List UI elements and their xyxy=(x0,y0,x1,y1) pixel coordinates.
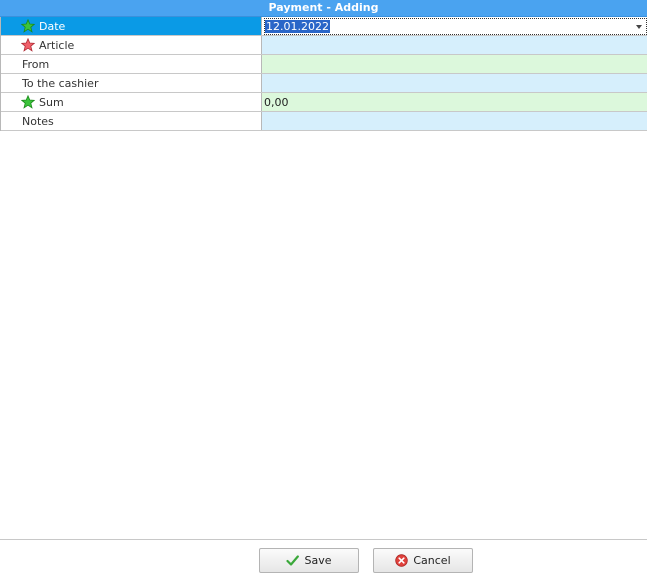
payment-adding-window: Payment - Adding Date 12.01.2022 Article… xyxy=(0,0,647,580)
date-value[interactable]: 12.01.2022 xyxy=(265,19,330,33)
field-row-article[interactable]: Article xyxy=(1,36,647,55)
field-label-text: Sum xyxy=(39,95,64,109)
cancel-button-label: Cancel xyxy=(413,554,451,567)
button-bar: Save Cancel xyxy=(0,539,647,580)
cancel-icon xyxy=(395,554,409,567)
property-grid: Date 12.01.2022 Article From To the cash… xyxy=(0,17,647,131)
cancel-button[interactable]: Cancel xyxy=(373,548,473,573)
field-label-notes: Notes xyxy=(1,112,262,130)
field-row-date[interactable]: Date 12.01.2022 xyxy=(1,17,647,36)
red-star-icon xyxy=(21,38,35,52)
field-label-sum: Sum xyxy=(1,93,262,111)
green-star-icon xyxy=(21,95,35,109)
field-value-date[interactable]: 12.01.2022 xyxy=(262,17,647,35)
field-label-text: Article xyxy=(39,38,75,52)
field-value-notes[interactable] xyxy=(262,112,647,130)
field-value-sum[interactable]: 0,00 xyxy=(262,93,647,111)
field-value-article[interactable] xyxy=(262,36,647,54)
date-picker[interactable]: 12.01.2022 xyxy=(264,17,647,35)
window-title: Payment - Adding xyxy=(0,0,647,17)
field-label-to-the-cashier: To the cashier xyxy=(1,74,262,92)
save-button-label: Save xyxy=(304,554,332,567)
field-value-to-the-cashier[interactable] xyxy=(262,74,647,92)
field-label-text: Notes xyxy=(22,114,54,128)
field-label-from: From xyxy=(1,55,262,73)
field-label-text: Date xyxy=(39,19,66,33)
checkmark-icon xyxy=(286,555,300,566)
field-row-from[interactable]: From xyxy=(1,55,647,74)
field-row-to-the-cashier[interactable]: To the cashier xyxy=(1,74,647,93)
field-label-date: Date xyxy=(1,17,262,35)
field-value-from[interactable] xyxy=(262,55,647,73)
save-button[interactable]: Save xyxy=(259,548,359,573)
green-star-icon xyxy=(21,19,35,33)
field-value-text: 0,00 xyxy=(264,95,289,109)
field-row-notes[interactable]: Notes xyxy=(1,112,647,131)
field-row-sum[interactable]: Sum 0,00 xyxy=(1,93,647,112)
field-label-article: Article xyxy=(1,36,262,54)
chevron-down-icon[interactable] xyxy=(636,24,642,29)
field-label-text: To the cashier xyxy=(22,76,99,90)
field-label-text: From xyxy=(22,57,50,71)
